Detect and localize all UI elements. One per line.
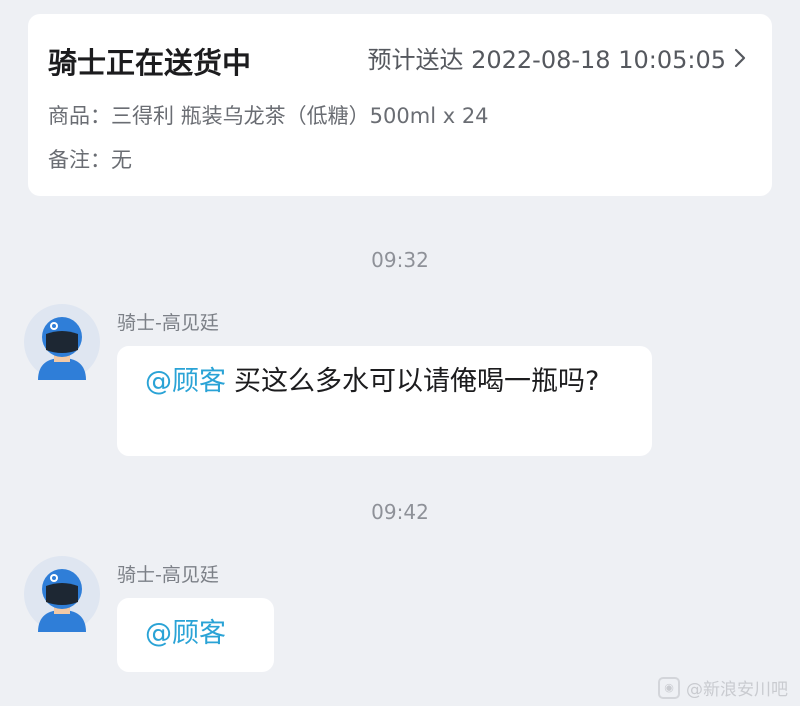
chevron-right-icon <box>734 48 746 67</box>
mention-customer[interactable]: @顾客 <box>145 618 226 649</box>
chat-timestamp: 09:42 <box>371 500 429 524</box>
weibo-logo-icon: ◉ <box>658 676 680 699</box>
sender-name: 骑士-高见廷 <box>117 564 219 586</box>
rider-avatar[interactable] <box>24 556 100 632</box>
eta-text: 预计送达 2022-08-18 10:05:05 <box>367 46 726 74</box>
message-bubble[interactable]: @顾客 <box>117 598 274 672</box>
watermark: ◉ @新浪安川吧 <box>658 675 788 700</box>
order-goods: 商品：三得利 瓶装乌龙茶（低糖）500ml x 24 <box>48 104 489 128</box>
order-status-card[interactable]: 骑士正在送货中 预计送达 2022-08-18 10:05:05 商品：三得利 … <box>28 14 772 196</box>
order-status-title: 骑士正在送货中 <box>48 46 252 80</box>
message-bubble[interactable]: @顾客 买这么多水可以请俺喝一瓶吗? <box>117 346 652 456</box>
sender-name: 骑士-高见廷 <box>117 312 219 334</box>
chat-timestamp: 09:32 <box>371 248 429 272</box>
eta-link[interactable]: 预计送达 2022-08-18 10:05:05 <box>367 40 746 75</box>
order-note: 备注：无 <box>48 148 132 172</box>
message-text: 买这么多水可以请俺喝一瓶吗? <box>234 366 600 397</box>
rider-avatar[interactable] <box>24 304 100 380</box>
mention-customer[interactable]: @顾客 <box>145 366 226 397</box>
watermark-text: @新浪安川吧 <box>686 680 788 700</box>
